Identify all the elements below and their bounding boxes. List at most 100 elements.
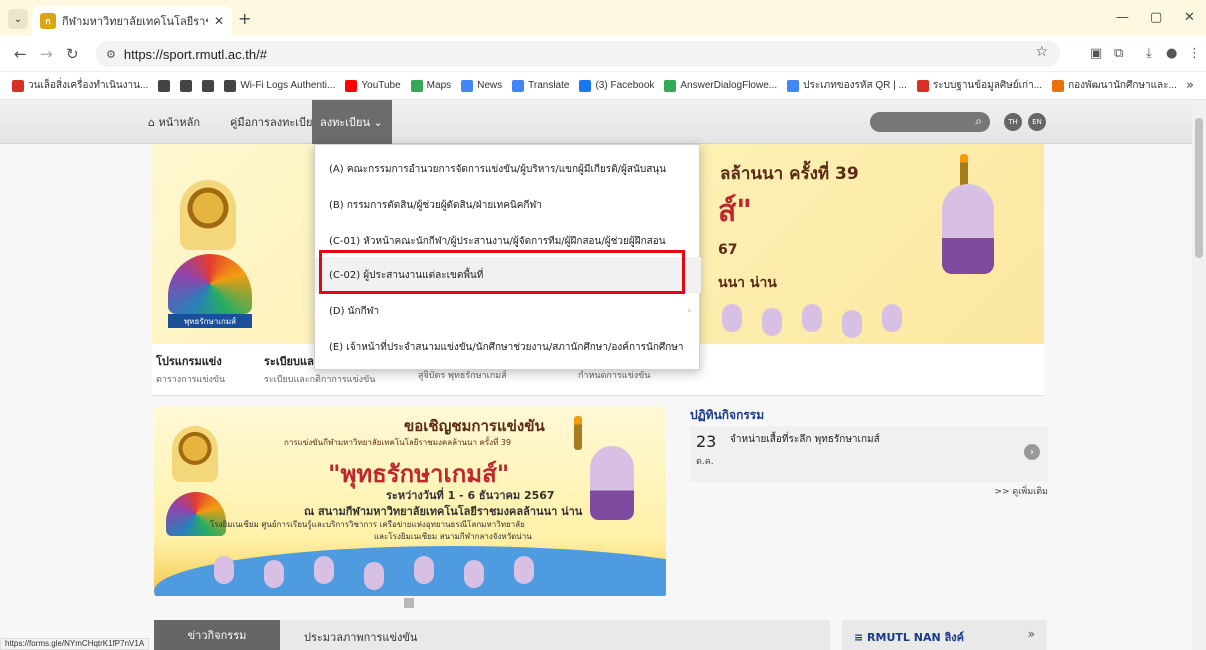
activity-more-link[interactable]: >> ดูเพิ่มเติม [994,484,1048,498]
maximize-icon[interactable]: ▢ [1150,10,1162,25]
university-emblem [180,180,236,250]
address-bar[interactable]: ⚙ https://sport.rmutl.ac.th/# ☆ [96,41,1060,67]
reload-icon[interactable]: ↻ [66,45,79,63]
bookmark-item[interactable] [202,79,215,92]
minimize-icon[interactable]: — [1116,10,1129,25]
bookmark-item[interactable]: กองพัฒนานักศึกษาและ... [1052,78,1177,93]
mini-mascot [882,304,902,332]
mascot-image [590,446,634,520]
puzzle-icon[interactable]: ⧉ [1114,46,1123,61]
activity-text: จำหน่ายเสื้อที่ระลึก พุทธรักษาเกมส์ [730,434,880,445]
tile-program[interactable]: โปรแกรมแข่ง ตารางการแข่งขัน [156,352,225,386]
bookmark-favicon-icon [916,79,929,92]
hero-games-name: ส์" [718,194,752,229]
chevron-right-icon[interactable]: › [1024,444,1040,460]
bookmark-favicon-icon [180,79,193,92]
nav-home[interactable]: ⌂ หน้าหลัก [140,100,208,144]
mini-mascot [464,560,484,588]
download-icon[interactable]: ⤓ [1146,46,1152,61]
bookmark-favicon-icon [664,79,677,92]
lang-th-button[interactable]: TH [1004,113,1022,131]
bookmark-item[interactable]: ประเภทของรหัส QR | ... [787,78,907,93]
bookmark-label: กองพัฒนานักศึกษาและ... [1068,80,1177,91]
activity-day: 23 [696,432,717,451]
bookmark-favicon-icon [579,79,592,92]
mini-mascot [842,310,862,338]
site-info-icon[interactable]: ⚙ [106,48,116,61]
avatar[interactable]: ● [1166,46,1177,61]
tile-sub: กำหนดการแข่งขัน [578,371,651,381]
bookmark-item[interactable]: (3) Facebook [579,79,655,92]
torch-image [574,416,582,450]
browser-toolbar: ← → ↻ ⚙ https://sport.rmutl.ac.th/# ☆ ▣ … [0,36,1206,72]
window-close-icon[interactable]: ✕ [1184,10,1195,25]
games-logo [168,254,252,314]
menu-icon[interactable]: ⋮ [1188,46,1201,61]
mini-mascot [762,308,782,336]
bookmark-favicon-icon [787,79,800,92]
torch-image [960,154,968,188]
bookmark-item[interactable]: Translate [512,79,569,92]
scrollbar-thumb[interactable] [1195,118,1203,258]
games-logo-tag: พุทธรักษาเกมส์ [168,314,252,328]
url-text: https://sport.rmutl.ac.th/# [123,46,267,62]
dropdown-item-e[interactable]: (E) เจ้าหน้าที่ประจำสนามแข่งขัน/นักศึกษา… [315,329,701,365]
activity-month: ต.ค. [696,457,714,467]
tile-sub: สูจิบัตร พุทธรักษาเกมส์ [418,371,507,381]
bookmark-star-icon[interactable]: ☆ [1035,44,1048,60]
bookmark-item[interactable]: News [461,79,502,92]
nav-register[interactable]: ลงทะเบียน ⌄ [312,100,392,144]
bookmark-label: วนเล็อสิ่งเครื่องทำเนินงาน... [28,80,149,91]
bookmark-item[interactable] [180,79,193,92]
dropdown-item-d-label: (D) นักกีฬา [329,305,380,317]
hero-place: นนา น่าน [718,275,777,291]
double-chevron-icon[interactable]: » [1028,627,1035,641]
tile-sub: ตารางการแข่งขัน [156,375,226,385]
mascot-image [942,184,994,274]
bookmark-item[interactable] [158,79,171,92]
site-favicon-icon: ก [40,13,56,29]
new-tab-icon[interactable]: + [238,9,251,28]
hero-date: 67 [718,242,738,258]
bookmark-item[interactable]: Maps [410,79,451,92]
bookmark-item[interactable]: ระบบฐานข้อมูลศิษย์เก่า... [916,78,1042,93]
more-bookmarks-icon[interactable]: » [1186,78,1194,93]
browser-tab[interactable]: ก กีฬามหาวิทยาลัยเทคโนโลยีราชมงคล ✕ [32,6,232,36]
back-arrow-icon[interactable]: ← [14,45,27,63]
extension-icon[interactable]: ▣ [1090,46,1102,61]
activity-item[interactable]: 23 ต.ค. จำหน่ายเสื้อที่ระลึก พุทธรักษาเก… [690,426,1048,482]
activity-title: ปฏิทินกิจกรรม [690,408,765,422]
banner-heading: ขอเชิญชมการแข่งขัน [404,417,545,435]
bookmark-favicon-icon [345,79,358,92]
bookmark-item[interactable]: Wi-Fi Logs Authenti... [224,79,335,92]
bookmark-item[interactable]: YouTube [345,79,401,92]
dropdown-item-a[interactable]: (A) คณะกรรมการอำนวยการจัดการแข่งขัน/ผู้บ… [315,151,701,187]
mini-mascot [214,556,234,584]
bookmark-label: (3) Facebook [595,80,655,91]
bookmark-label: ประเภทของรหัส QR | ... [803,80,907,91]
event-banner[interactable]: ขอเชิญชมการแข่งขัน การแข่งขันกีฬามหาวิทย… [154,406,666,596]
bookmark-favicon-icon [1052,79,1065,92]
chevron-down-icon: ⌄ [369,115,383,129]
search-input[interactable]: ⌕ [870,112,990,132]
tab-news[interactable]: ข่าวกิจกรรม [154,620,280,650]
bookmark-favicon-icon [158,79,171,92]
links-panel-label: RMUTL NAN ลิงค์ [867,631,964,644]
bookmark-favicon-icon [12,79,24,92]
bookmarks-bar: วนเล็อสิ่งเครื่องทำเนินงาน... Wi-Fi Logs … [0,72,1206,100]
bookmark-favicon-icon [410,79,423,92]
search-icon[interactable]: ⌕ [975,114,982,129]
status-bar-url: https://forms.gle/NYmCHqtrK1fP7nV1A [0,638,150,650]
close-icon[interactable]: ✕ [214,14,224,28]
tab-search-button[interactable]: ⌄ [8,9,28,29]
links-panel[interactable]: ≡ RMUTL NAN ลิงค์ » [842,620,1047,650]
bookmark-item[interactable]: วนเล็อสิ่งเครื่องทำเนินงาน... [12,78,148,93]
bookmark-item[interactable]: AnswerDialogFlowe... [664,79,777,92]
tab-photos[interactable]: ประมวลภาพการแข่งขัน [304,628,417,646]
dropdown-item-b[interactable]: (B) กรรมการตัดสิน/ผู้ช่วยผู้ตัดสิน/ฝ่ายเ… [315,187,701,223]
dropdown-item-d[interactable]: (D) นักกีฬา › [315,293,701,329]
slider-indicator[interactable] [404,598,414,608]
hero-title: ลล้านนา ครั้งที่ 39 [720,164,859,184]
forward-arrow-icon[interactable]: → [40,45,53,63]
lang-en-button[interactable]: EN [1028,113,1046,131]
